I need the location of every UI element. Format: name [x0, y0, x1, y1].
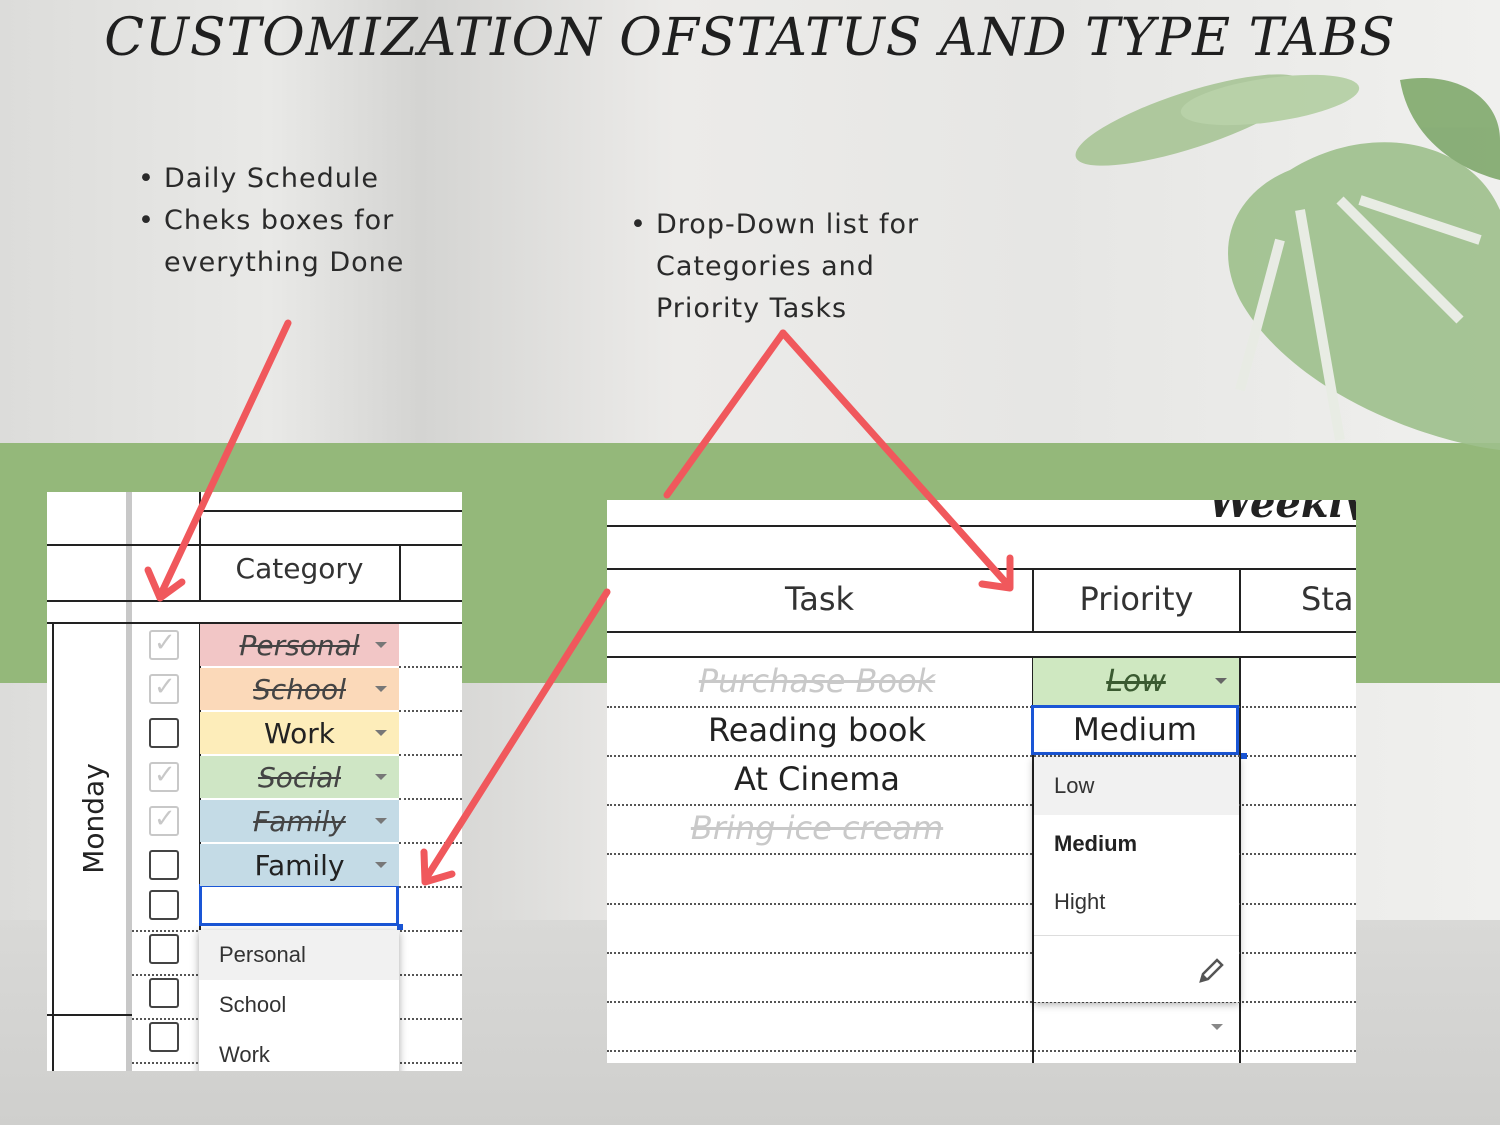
- grid-line: [607, 631, 1356, 633]
- divider: [1034, 935, 1239, 936]
- checkbox[interactable]: [149, 628, 179, 660]
- checkbox[interactable]: [149, 850, 179, 880]
- task-item: At Cinema: [733, 760, 901, 798]
- grid-line: [607, 525, 1356, 527]
- checkbox[interactable]: [149, 672, 179, 704]
- category-value: Social: [257, 760, 341, 794]
- row-line: [607, 853, 1356, 855]
- priority-dropdown[interactable]: Low Medium Hight: [1034, 757, 1239, 1002]
- bullet-item: Daily Schedule: [138, 158, 438, 200]
- bullets-right: Drop-Down list for Categories and Priori…: [630, 204, 960, 330]
- grid-line: [52, 622, 54, 1071]
- row-line: [399, 666, 462, 668]
- task-item: Reading book: [707, 711, 927, 749]
- row-line: [607, 1050, 1356, 1052]
- category-cell[interactable]: Personal: [200, 624, 399, 666]
- dropdown-option[interactable]: Work: [199, 1030, 399, 1071]
- pencil-icon[interactable]: [1195, 955, 1227, 987]
- category-value: Personal: [239, 628, 360, 662]
- category-value: Family: [253, 804, 346, 838]
- grid-line: [199, 510, 462, 512]
- category-sheet: Category Monday Personal School Work Per…: [47, 492, 462, 1071]
- checkbox[interactable]: [149, 890, 179, 920]
- column-header-priority: Priority: [1079, 580, 1194, 618]
- chevron-down-icon: [375, 862, 387, 868]
- bullet-item: Cheks boxes for everything Done: [138, 200, 438, 284]
- priority-cell[interactable]: Low: [1033, 658, 1239, 705]
- checkbox[interactable]: [149, 978, 179, 1008]
- column-header-status: Sta: [1301, 580, 1354, 618]
- chevron-down-icon: [375, 818, 387, 824]
- category-dropdown[interactable]: Personal School Work: [199, 930, 399, 1071]
- priority-sheet: Weekly Task Priority Sta Purchase Book R…: [607, 500, 1356, 1063]
- chevron-down-icon: [1211, 1024, 1223, 1030]
- dropdown-option[interactable]: Medium: [1034, 815, 1239, 873]
- column-header-task: Task: [784, 580, 855, 618]
- row-line: [399, 798, 462, 800]
- category-cell[interactable]: Family: [200, 800, 399, 842]
- chevron-down-icon: [1215, 678, 1227, 684]
- task-item: Bring ice cream: [690, 809, 944, 847]
- grid-line: [47, 544, 462, 546]
- grid-line: [607, 568, 1356, 570]
- chevron-down-icon: [375, 686, 387, 692]
- day-label-cell: Monday: [63, 728, 123, 908]
- category-value: Family: [254, 848, 345, 882]
- category-cell[interactable]: School: [200, 668, 399, 710]
- category-cell[interactable]: Family: [200, 844, 399, 886]
- task-item: Purchase Book: [698, 662, 936, 700]
- category-cell[interactable]: Social: [200, 756, 399, 798]
- page-title: CUSTOMIZATION OFSTATUS AND TYPE TABS: [104, 8, 1396, 68]
- row-line: [607, 952, 1356, 954]
- chevron-down-icon: [375, 642, 387, 648]
- bullet-item: Drop-Down list for Categories and Priori…: [630, 204, 960, 330]
- priority-value: Low: [1106, 664, 1166, 699]
- checkbox[interactable]: [149, 934, 179, 964]
- chevron-down-icon: [375, 730, 387, 736]
- grid-line: [607, 656, 1356, 658]
- category-value: Work: [264, 716, 335, 750]
- bullets-left: Daily Schedule Cheks boxes for everythin…: [138, 158, 438, 284]
- row-line: [607, 706, 1356, 708]
- dropdown-option[interactable]: Low: [1034, 757, 1239, 815]
- grid-line: [47, 600, 462, 602]
- sheet-heading: Weekly: [1167, 500, 1356, 520]
- plant-decoration: [1075, 74, 1500, 450]
- row-line: [399, 710, 462, 712]
- grid-line: [47, 1014, 132, 1016]
- day-label: Monday: [76, 762, 110, 874]
- grid-line: [199, 492, 201, 602]
- grid-line: [399, 544, 401, 602]
- row-line: [399, 886, 462, 888]
- category-value: School: [253, 672, 346, 706]
- row-line: [399, 754, 462, 756]
- checkbox[interactable]: [149, 718, 179, 748]
- chevron-down-icon: [375, 774, 387, 780]
- row-line: [399, 842, 462, 844]
- dropdown-option[interactable]: School: [199, 980, 399, 1030]
- checkbox[interactable]: [149, 804, 179, 836]
- priority-input[interactable]: Medium: [1031, 705, 1239, 755]
- row-line: [607, 903, 1356, 905]
- row-line: [607, 804, 1356, 806]
- dropdown-option[interactable]: Personal: [199, 930, 399, 980]
- checkbox[interactable]: [149, 760, 179, 792]
- column-separator: [126, 492, 132, 1071]
- dropdown-option[interactable]: Hight: [1034, 873, 1239, 931]
- category-cell[interactable]: Work: [200, 712, 399, 754]
- checkbox[interactable]: [149, 1022, 179, 1052]
- category-header: Category: [235, 552, 364, 585]
- row-line: [607, 1001, 1356, 1003]
- fill-handle[interactable]: [1241, 753, 1247, 759]
- category-input[interactable]: [199, 884, 399, 926]
